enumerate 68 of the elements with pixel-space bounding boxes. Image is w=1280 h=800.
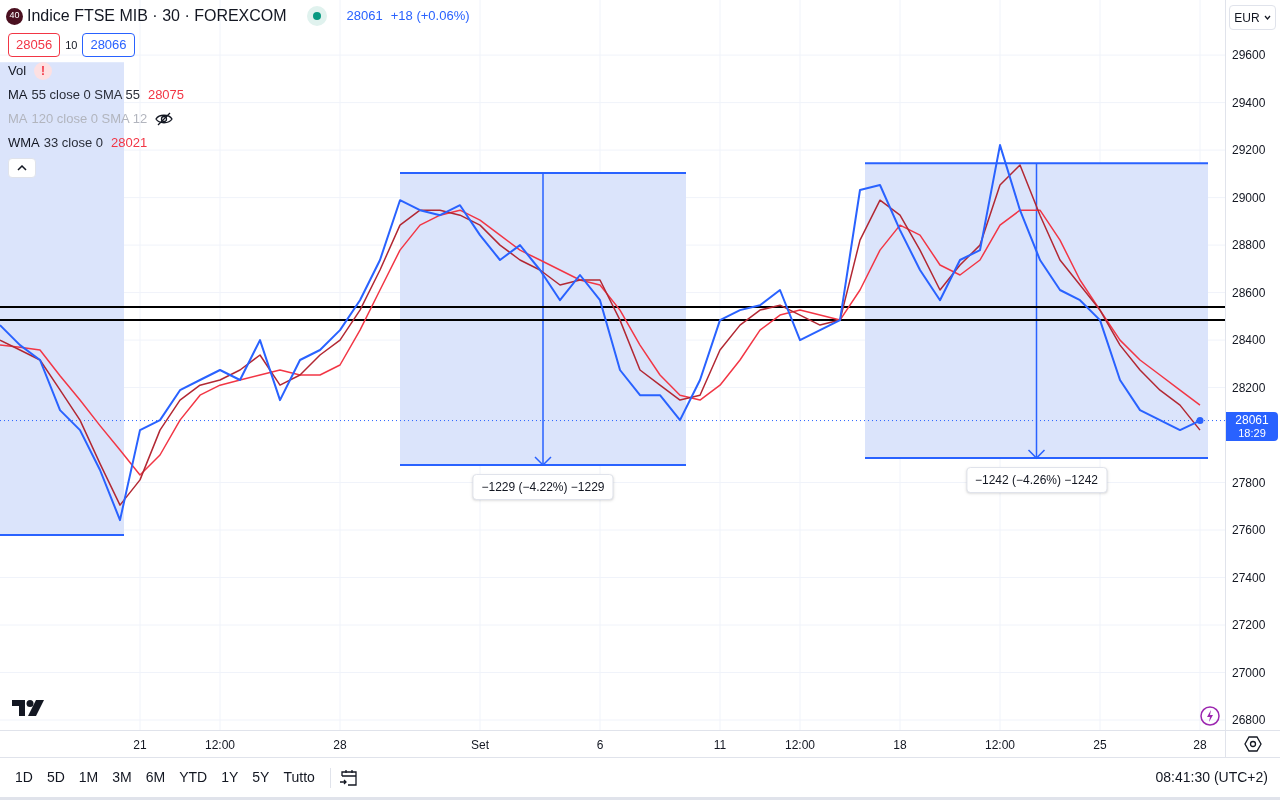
price-axis-label: 28600	[1232, 284, 1266, 302]
range-button[interactable]: 5Y	[245, 767, 277, 788]
price-axis-label: 27000	[1232, 664, 1266, 682]
measure-label: −1229 (−4.22%) −1229	[472, 473, 614, 500]
caret-icon	[1263, 15, 1271, 20]
price-axis-label: 28200	[1232, 379, 1266, 397]
price-axis-label: 29400	[1232, 94, 1266, 112]
measure-label: −1242 (−4.26%) −1242	[965, 467, 1108, 494]
indicator-params: 55 close 0 SMA 55	[31, 86, 140, 105]
time-axis-label: 11	[713, 737, 727, 754]
measure-box[interactable]	[399, 172, 687, 467]
time-axis-label: 25	[1093, 737, 1107, 754]
indicator-value: 28021	[111, 134, 148, 153]
range-button[interactable]: 1M	[71, 767, 106, 788]
time-axis-label: 6	[596, 737, 604, 754]
settings-icon[interactable]	[1244, 735, 1262, 753]
indicator-name[interactable]: Vol	[8, 61, 27, 81]
price-axis-label: 27800	[1232, 474, 1266, 492]
sell-price[interactable]: 28056	[8, 33, 61, 57]
calendar-icon[interactable]	[338, 767, 359, 788]
lightning-icon[interactable]	[1200, 706, 1220, 726]
currency-label: EUR	[1234, 9, 1260, 27]
last-price: 28061	[346, 7, 383, 26]
price-axis-label: 29000	[1232, 189, 1266, 207]
time-axis-label: 21	[133, 737, 147, 754]
price-axis-label: 29200	[1232, 142, 1266, 160]
range-button[interactable]: 1Y	[214, 767, 246, 788]
buy-price[interactable]: 28066	[82, 33, 135, 57]
price-axis-label: 27600	[1232, 522, 1266, 540]
measure-box[interactable]	[864, 162, 1209, 460]
time-axis-label: 12:00	[785, 737, 815, 754]
time-axis-label: 12:00	[205, 737, 235, 754]
time-axis-label: 12:00	[985, 737, 1015, 754]
chevron-icon	[17, 164, 27, 171]
last-price-dot	[1196, 417, 1204, 425]
time-axis-label: 28	[333, 737, 347, 754]
indicator-params: 120 close 0 SMA 12	[31, 110, 148, 129]
range-button[interactable]: YTD	[172, 767, 215, 788]
indicator-params: 33 close 0	[43, 134, 104, 153]
time-axis-label: 18	[893, 737, 907, 754]
spread: 10	[65, 37, 78, 53]
symbol-badge: 40	[6, 7, 23, 25]
price-axis-label: 26800	[1232, 712, 1266, 729]
indicator-name[interactable]: WMA	[8, 133, 40, 153]
price-axis-label: 29600	[1232, 47, 1266, 65]
range-button[interactable]: 3M	[105, 767, 139, 788]
horizontal-line[interactable]	[0, 306, 1225, 309]
price-axis-label: 28800	[1232, 237, 1266, 255]
price-axis-label: 27200	[1232, 617, 1266, 635]
currency-dropdown[interactable]: EUR	[1229, 5, 1276, 30]
indicator-value: 28075	[147, 86, 185, 105]
collapse-legend-button[interactable]	[8, 157, 36, 178]
time-axis-label: 28	[1193, 737, 1207, 754]
time-axis-label: Set	[471, 737, 489, 754]
tradingview-logo	[12, 700, 44, 716]
range-button[interactable]: 5D	[39, 767, 72, 788]
price-axis-label: 28400	[1232, 332, 1266, 350]
chart-title[interactable]: Indice FTSE MIB · 30 · FOREXCOM	[27, 4, 287, 28]
price-change: +18 (+0.06%)	[390, 7, 470, 26]
price-axis-label: 27400	[1232, 569, 1266, 587]
horizontal-line[interactable]	[0, 319, 1225, 322]
clock[interactable]: 08:41:30 (UTC+2)	[1155, 767, 1268, 788]
last-price-tag: 28061 18:29	[1226, 411, 1278, 441]
hidden-eye-icon[interactable]	[155, 112, 174, 126]
range-button[interactable]: 6M	[138, 767, 173, 788]
indicator-name[interactable]: MA	[8, 85, 28, 105]
range-button[interactable]: 1D	[8, 767, 40, 788]
range-button[interactable]: Tutto	[276, 767, 322, 788]
